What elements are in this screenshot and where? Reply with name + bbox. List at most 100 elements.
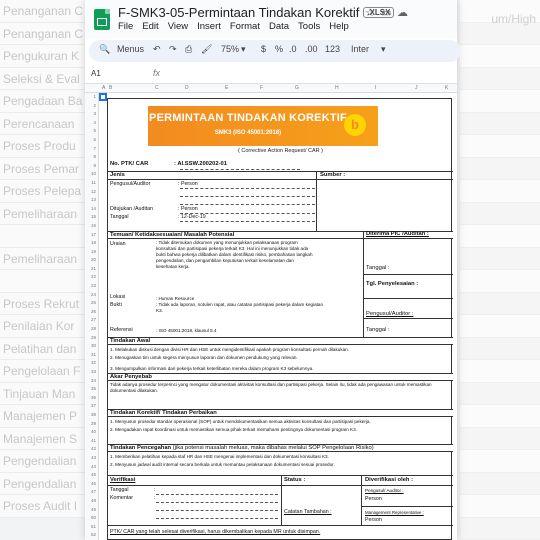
status-label: Status : — [284, 477, 306, 483]
row-header[interactable]: 41 — [85, 437, 98, 446]
row-header[interactable]: 42 — [85, 445, 98, 454]
row-header[interactable]: 29 — [85, 334, 98, 343]
undo-icon[interactable]: ↶ — [153, 44, 161, 55]
row-header[interactable]: 36 — [85, 394, 98, 403]
font-chevron-icon[interactable]: ▾ — [381, 44, 386, 55]
row-header[interactable]: 18 — [85, 239, 98, 248]
row-header[interactable]: 51 — [85, 523, 98, 532]
row-header[interactable]: 10 — [85, 170, 98, 179]
column-header[interactable]: F — [260, 85, 263, 91]
row-header[interactable]: 32 — [85, 359, 98, 368]
menu-help[interactable]: Help — [329, 21, 349, 32]
row-header[interactable]: 6 — [85, 136, 98, 145]
number-format-button[interactable]: 123 — [325, 44, 340, 54]
cloud-status-icon[interactable]: ☁ — [397, 6, 408, 19]
row-header[interactable]: 49 — [85, 506, 98, 515]
row-header[interactable]: 15 — [85, 213, 98, 222]
row-header[interactable]: 2 — [85, 102, 98, 111]
row-header[interactable]: 26 — [85, 308, 98, 317]
background-row: Pengelolaan F — [0, 360, 95, 383]
row-header[interactable]: 11 — [85, 179, 98, 188]
row-header[interactable]: 14 — [85, 205, 98, 214]
row-header[interactable]: 25 — [85, 299, 98, 308]
row-header[interactable]: 16 — [85, 222, 98, 231]
background-stripe — [460, 67, 540, 90]
menu-insert[interactable]: Insert — [197, 21, 221, 32]
row-header[interactable]: 9 — [85, 162, 98, 171]
selected-cell[interactable] — [99, 93, 107, 101]
font-select[interactable]: Inter — [351, 44, 369, 54]
row-header[interactable]: 21 — [85, 265, 98, 274]
row-header[interactable]: 28 — [85, 325, 98, 334]
currency-button[interactable]: $ — [261, 44, 266, 54]
row-header[interactable]: 35 — [85, 385, 98, 394]
row-header[interactable]: 1 — [85, 93, 98, 102]
search-menus-label[interactable]: Menus — [117, 44, 144, 54]
redo-icon[interactable]: ↷ — [169, 44, 177, 55]
row-header[interactable]: 8 — [85, 153, 98, 162]
row-header[interactable]: 7 — [85, 145, 98, 154]
row-header[interactable]: 52 — [85, 531, 98, 540]
row-header[interactable]: 40 — [85, 428, 98, 437]
column-header[interactable]: C — [155, 85, 159, 91]
column-header[interactable]: H — [335, 85, 339, 91]
search-menus-icon[interactable]: 🔍 — [99, 44, 110, 55]
row-header[interactable]: 19 — [85, 248, 98, 257]
v-tanggal-colon: : — [154, 487, 156, 493]
column-header[interactable]: B — [109, 85, 112, 91]
column-header[interactable]: D — [185, 85, 189, 91]
row-header[interactable]: 24 — [85, 291, 98, 300]
column-header[interactable]: I — [375, 85, 376, 91]
row-header[interactable]: 47 — [85, 488, 98, 497]
row-header[interactable]: 38 — [85, 411, 98, 420]
star-icon[interactable]: ☆ — [365, 6, 375, 19]
zoom-chevron-icon[interactable]: ▾ — [241, 44, 246, 55]
column-header[interactable]: K — [445, 85, 448, 91]
menu-data[interactable]: Data — [269, 21, 289, 32]
menu-format[interactable]: Format — [230, 21, 260, 32]
sheet-grid[interactable]: ABCDEFGHIJK 1 2 3 4 5 6 7 8 9 10 11 12 13 14 15 16 17 18 1… — [85, 84, 457, 540]
row-header[interactable]: 3 — [85, 110, 98, 119]
row-header[interactable]: 17 — [85, 231, 98, 240]
background-row: Proses Pemar — [0, 157, 95, 180]
column-header[interactable]: G — [295, 85, 299, 91]
row-header[interactable]: 45 — [85, 471, 98, 480]
increase-decimal-button[interactable]: .00 — [305, 44, 318, 54]
row-header[interactable]: 37 — [85, 402, 98, 411]
row-header[interactable]: 43 — [85, 454, 98, 463]
row-header[interactable]: 34 — [85, 377, 98, 386]
row-header[interactable]: 33 — [85, 368, 98, 377]
print-icon[interactable]: ⎙ — [185, 44, 192, 55]
column-header[interactable]: E — [225, 85, 228, 91]
row-header[interactable]: 20 — [85, 256, 98, 265]
row-header[interactable]: 13 — [85, 196, 98, 205]
row-header[interactable]: 48 — [85, 497, 98, 506]
menu-view[interactable]: View — [168, 21, 188, 32]
row-header[interactable]: 12 — [85, 188, 98, 197]
decrease-decimal-button[interactable]: .0 — [289, 44, 297, 54]
cell-reference-box[interactable]: A1 — [91, 69, 101, 78]
sheets-logo-icon[interactable] — [94, 9, 110, 30]
row-header[interactable]: 31 — [85, 351, 98, 360]
row-header[interactable]: 44 — [85, 463, 98, 472]
row-header[interactable]: 46 — [85, 480, 98, 489]
row-header[interactable]: 50 — [85, 514, 98, 523]
menu-tools[interactable]: Tools — [298, 21, 320, 32]
row-header[interactable]: 30 — [85, 342, 98, 351]
zoom-select[interactable]: 75% — [221, 44, 239, 54]
row-header[interactable]: 23 — [85, 282, 98, 291]
column-header[interactable]: J — [415, 85, 418, 91]
row-header[interactable]: 5 — [85, 127, 98, 136]
row-header[interactable]: 39 — [85, 420, 98, 429]
paint-format-icon[interactable]: 🖌 — [201, 44, 212, 55]
move-folder-icon[interactable]: ▭ — [381, 6, 391, 19]
menu-edit[interactable]: Edit — [142, 21, 158, 32]
document-title[interactable]: F-SMK3-05-Permintaan Tindakan Korektif .X… — [118, 5, 395, 20]
row-header[interactable]: 22 — [85, 273, 98, 282]
row-header[interactable]: 27 — [85, 316, 98, 325]
row-header[interactable]: 4 — [85, 119, 98, 128]
menu-file[interactable]: File — [118, 21, 133, 32]
tanggal-diterima-label: Tanggal : — [366, 265, 390, 271]
percent-button[interactable]: % — [275, 44, 283, 54]
column-header[interactable]: A — [102, 85, 105, 91]
